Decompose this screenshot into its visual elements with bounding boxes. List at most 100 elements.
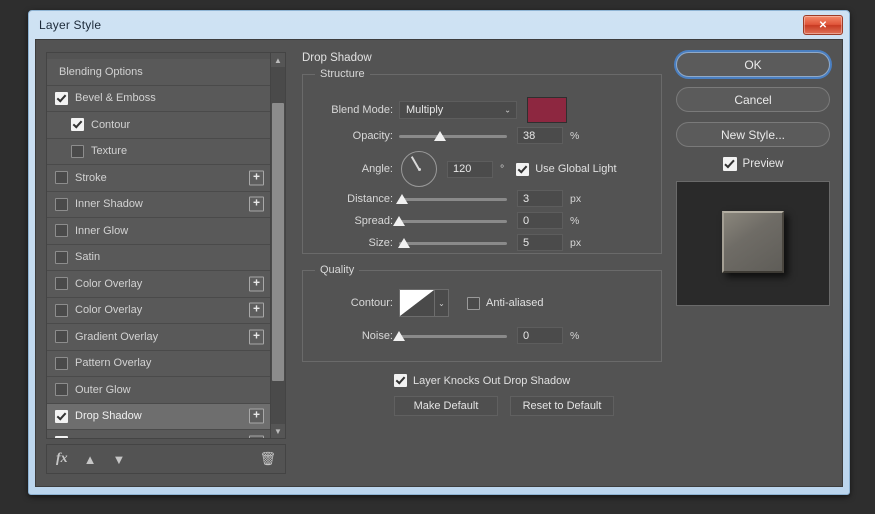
move-down-icon[interactable]: ▼ [113,452,126,467]
ok-button[interactable]: OK [676,52,830,77]
effect-checkbox[interactable] [55,356,68,370]
layer-knockout-label: Layer Knocks Out Drop Shadow [413,374,571,387]
spread-slider-track [399,219,507,223]
effect-checkbox[interactable] [55,330,68,344]
preview-thumbnail [676,181,830,306]
effect-row[interactable]: Satin [47,244,270,271]
distance-slider-thumb[interactable] [396,193,409,204]
preview-checkbox[interactable]: Preview [676,157,830,171]
distance-slider[interactable] [396,192,507,206]
distance-input[interactable]: 3 [517,190,563,207]
delete-icon[interactable]: 🗑 [259,451,276,467]
opacity-slider[interactable] [399,129,507,143]
effect-checkbox[interactable] [55,224,68,238]
scroll-down-icon[interactable]: ▼ [271,424,285,438]
spread-input[interactable]: 0 [517,212,563,229]
add-effect-icon[interactable]: + [249,435,264,438]
effect-checkbox[interactable] [55,277,68,291]
effect-row[interactable]: Outer Glow [47,377,270,404]
structure-group: Structure Blend Mode: Multiply ⌄ Opacity… [302,68,662,254]
effect-checkbox[interactable] [55,171,68,185]
effect-checkbox[interactable] [71,144,84,158]
add-effect-icon[interactable]: + [249,276,264,292]
effects-list[interactable]: Blending Options Bevel & Emboss Contour Tex… [47,53,270,438]
cancel-button[interactable]: Cancel [676,87,830,112]
effect-label: Color Overlay [75,277,143,290]
contour-thumbnail[interactable] [399,289,435,317]
noise-slider-track [399,334,507,338]
effect-row[interactable]: Blending Options [47,59,270,86]
effects-list-frame: Blending Options Bevel & Emboss Contour Tex… [46,52,286,439]
preview-box [722,157,737,171]
size-slider[interactable] [398,236,507,250]
effect-checkbox[interactable] [55,409,68,423]
scrollbar-thumb[interactable] [272,102,284,382]
effect-row[interactable]: Contour [47,112,270,139]
add-effect-icon[interactable]: + [249,170,264,186]
noise-slider-thumb[interactable] [393,330,405,341]
noise-slider[interactable] [393,329,507,343]
effect-label: Bevel & Emboss [75,92,156,105]
effect-row[interactable]: Gradient Overlay + [47,324,270,351]
spread-slider[interactable] [393,214,507,228]
reset-default-button[interactable]: Reset to Default [510,396,614,416]
effect-label: Pattern Overlay [75,357,152,370]
move-up-icon[interactable]: ▲ [84,452,97,467]
size-row: Size: 5 px [315,234,581,251]
angle-dial[interactable] [401,151,437,187]
blend-mode-select[interactable]: Multiply ⌄ [399,101,517,119]
effect-row[interactable]: Color Overlay + [47,297,270,324]
scroll-up-icon[interactable]: ▲ [271,53,285,67]
effect-row[interactable]: Inner Glow [47,218,270,245]
contour-chevron-down-icon[interactable]: ⌄ [435,289,449,317]
new-style-button[interactable]: New Style... [676,122,830,147]
contour-label: Contour: [350,297,393,309]
angle-unit: ° [500,163,505,175]
effect-row[interactable]: Pattern Overlay [47,350,270,377]
contour-picker[interactable]: ⌄ [399,289,449,317]
effect-checkbox[interactable] [55,383,68,397]
add-effect-icon[interactable]: + [249,329,264,345]
effect-checkbox[interactable] [55,436,68,438]
add-effect-icon[interactable]: + [249,302,264,318]
close-icon[interactable]: ✕ [803,15,843,35]
effect-checkbox[interactable] [55,91,68,105]
effects-scrollbar[interactable]: ▲ ▼ [270,53,285,438]
layer-knockout-checkbox[interactable]: Layer Knocks Out Drop Shadow [394,374,570,387]
size-slider-thumb[interactable] [398,237,411,248]
anti-aliased-label: Anti-aliased [486,297,544,309]
size-input[interactable]: 5 [517,234,563,251]
angle-input[interactable]: 120 [447,160,493,178]
effect-row[interactable]: Bevel & Emboss [47,85,270,112]
anti-aliased-checkbox[interactable]: Anti-aliased [467,296,544,310]
effect-label: Satin [75,251,101,264]
effect-row[interactable]: Inner Shadow + [47,191,270,218]
add-effect-icon[interactable]: + [249,408,264,424]
make-default-button[interactable]: Make Default [394,396,498,416]
shadow-color-swatch[interactable] [527,97,567,123]
effect-row[interactable]: Drop Shadow + [47,430,270,438]
effect-row[interactable]: Stroke + [47,165,270,192]
dialog-body: Blending Options Bevel & Emboss Contour Tex… [35,39,843,487]
scrollbar-track[interactable] [271,67,285,424]
distance-unit: px [570,192,582,205]
effect-row[interactable]: Color Overlay + [47,271,270,298]
effect-checkbox[interactable] [55,303,68,317]
noise-input[interactable]: 0 [517,327,563,344]
spread-slider-thumb[interactable] [393,215,405,226]
effect-label: Stroke [75,171,107,184]
effect-checkbox[interactable] [71,118,84,132]
opacity-input[interactable]: 38 [517,127,563,144]
use-global-light-checkbox[interactable]: Use Global Light [516,162,617,176]
effect-label: Color Overlay [75,304,143,317]
opacity-slider-thumb[interactable] [434,130,447,141]
effect-checkbox[interactable] [55,250,68,264]
effect-row[interactable]: Drop Shadow + [47,403,270,430]
effect-row[interactable]: Texture [47,138,270,165]
add-effect-icon[interactable]: + [249,196,264,212]
fx-icon[interactable]: fx [56,451,68,467]
effect-label: Texture [91,145,128,158]
desktop-background: Layer Style ✕ Blending Options Bevel & Em… [0,0,875,514]
title-bar: Layer Style ✕ [29,11,849,39]
effect-checkbox[interactable] [55,197,68,211]
